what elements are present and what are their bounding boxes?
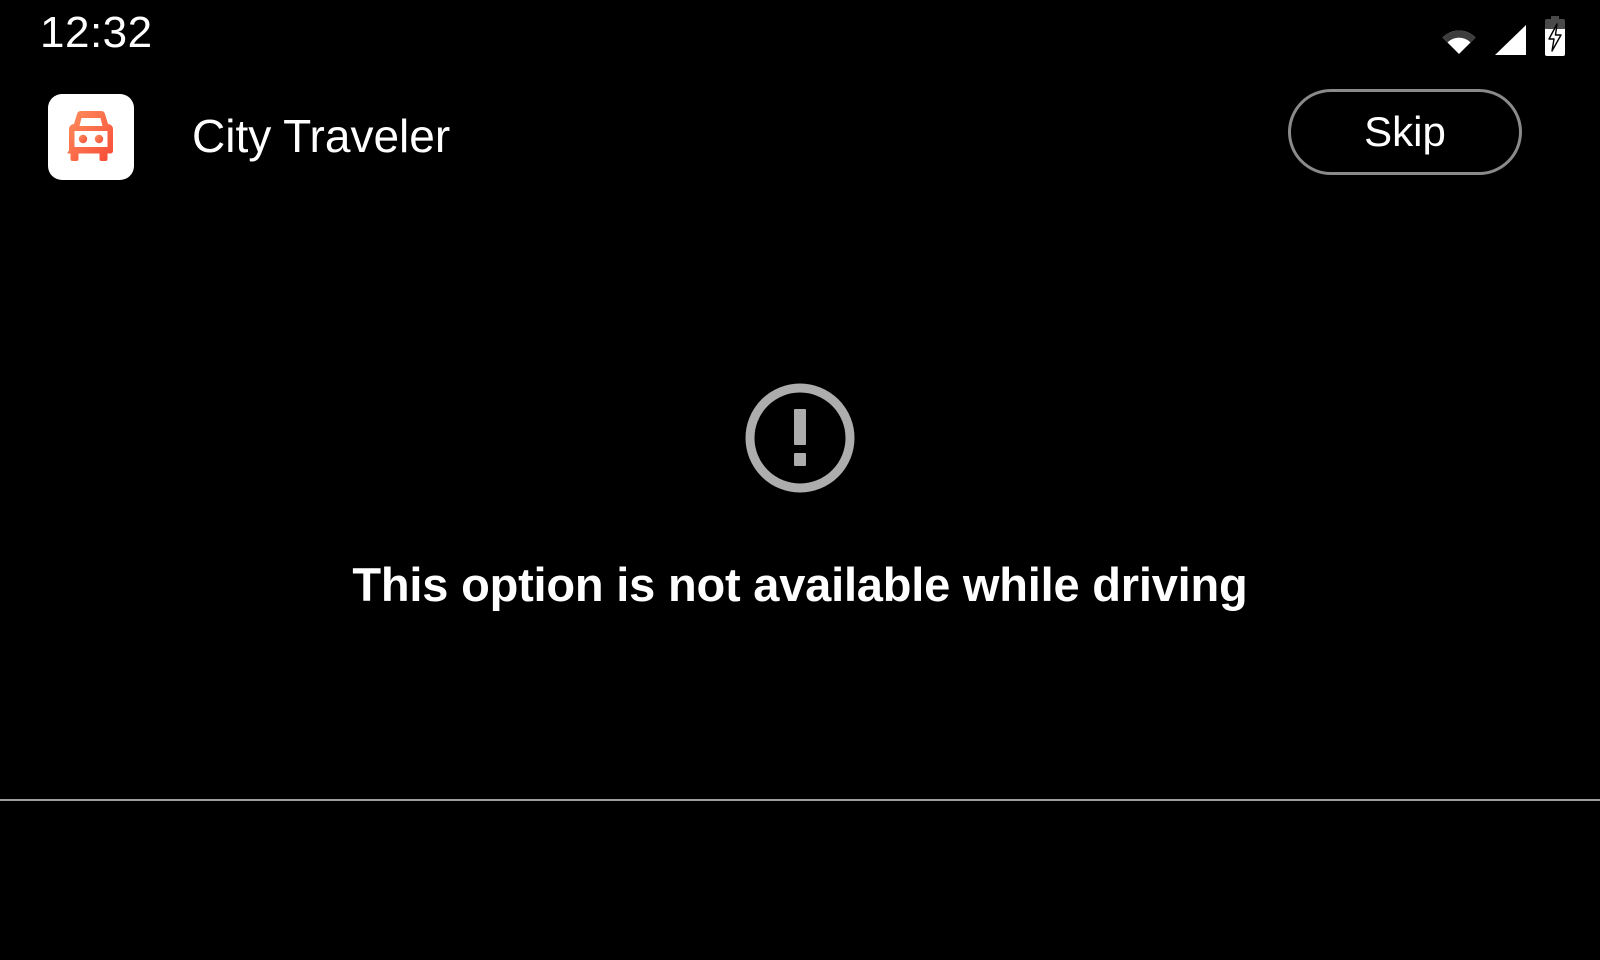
car-app-icon [67, 110, 113, 161]
page-title: City Traveler [192, 110, 451, 162]
app-icon-tile [48, 94, 134, 180]
main-content: This option is not available while drivi… [0, 196, 1600, 800]
wifi-icon [1442, 30, 1476, 54]
warning-message: This option is not available while drivi… [352, 558, 1248, 611]
status-clock: 12:32 [40, 8, 153, 57]
error-exclamation-circle-icon [745, 383, 855, 493]
app-header: City Traveler Skip [0, 66, 1600, 196]
cellular-signal-icon [1495, 25, 1526, 55]
bottom-navigation-bar [0, 801, 1600, 960]
battery-charging-icon [1545, 16, 1565, 56]
skip-button[interactable]: Skip [1288, 89, 1522, 175]
status-icon-group [1440, 12, 1568, 56]
status-bar: 12:32 [0, 0, 1600, 66]
